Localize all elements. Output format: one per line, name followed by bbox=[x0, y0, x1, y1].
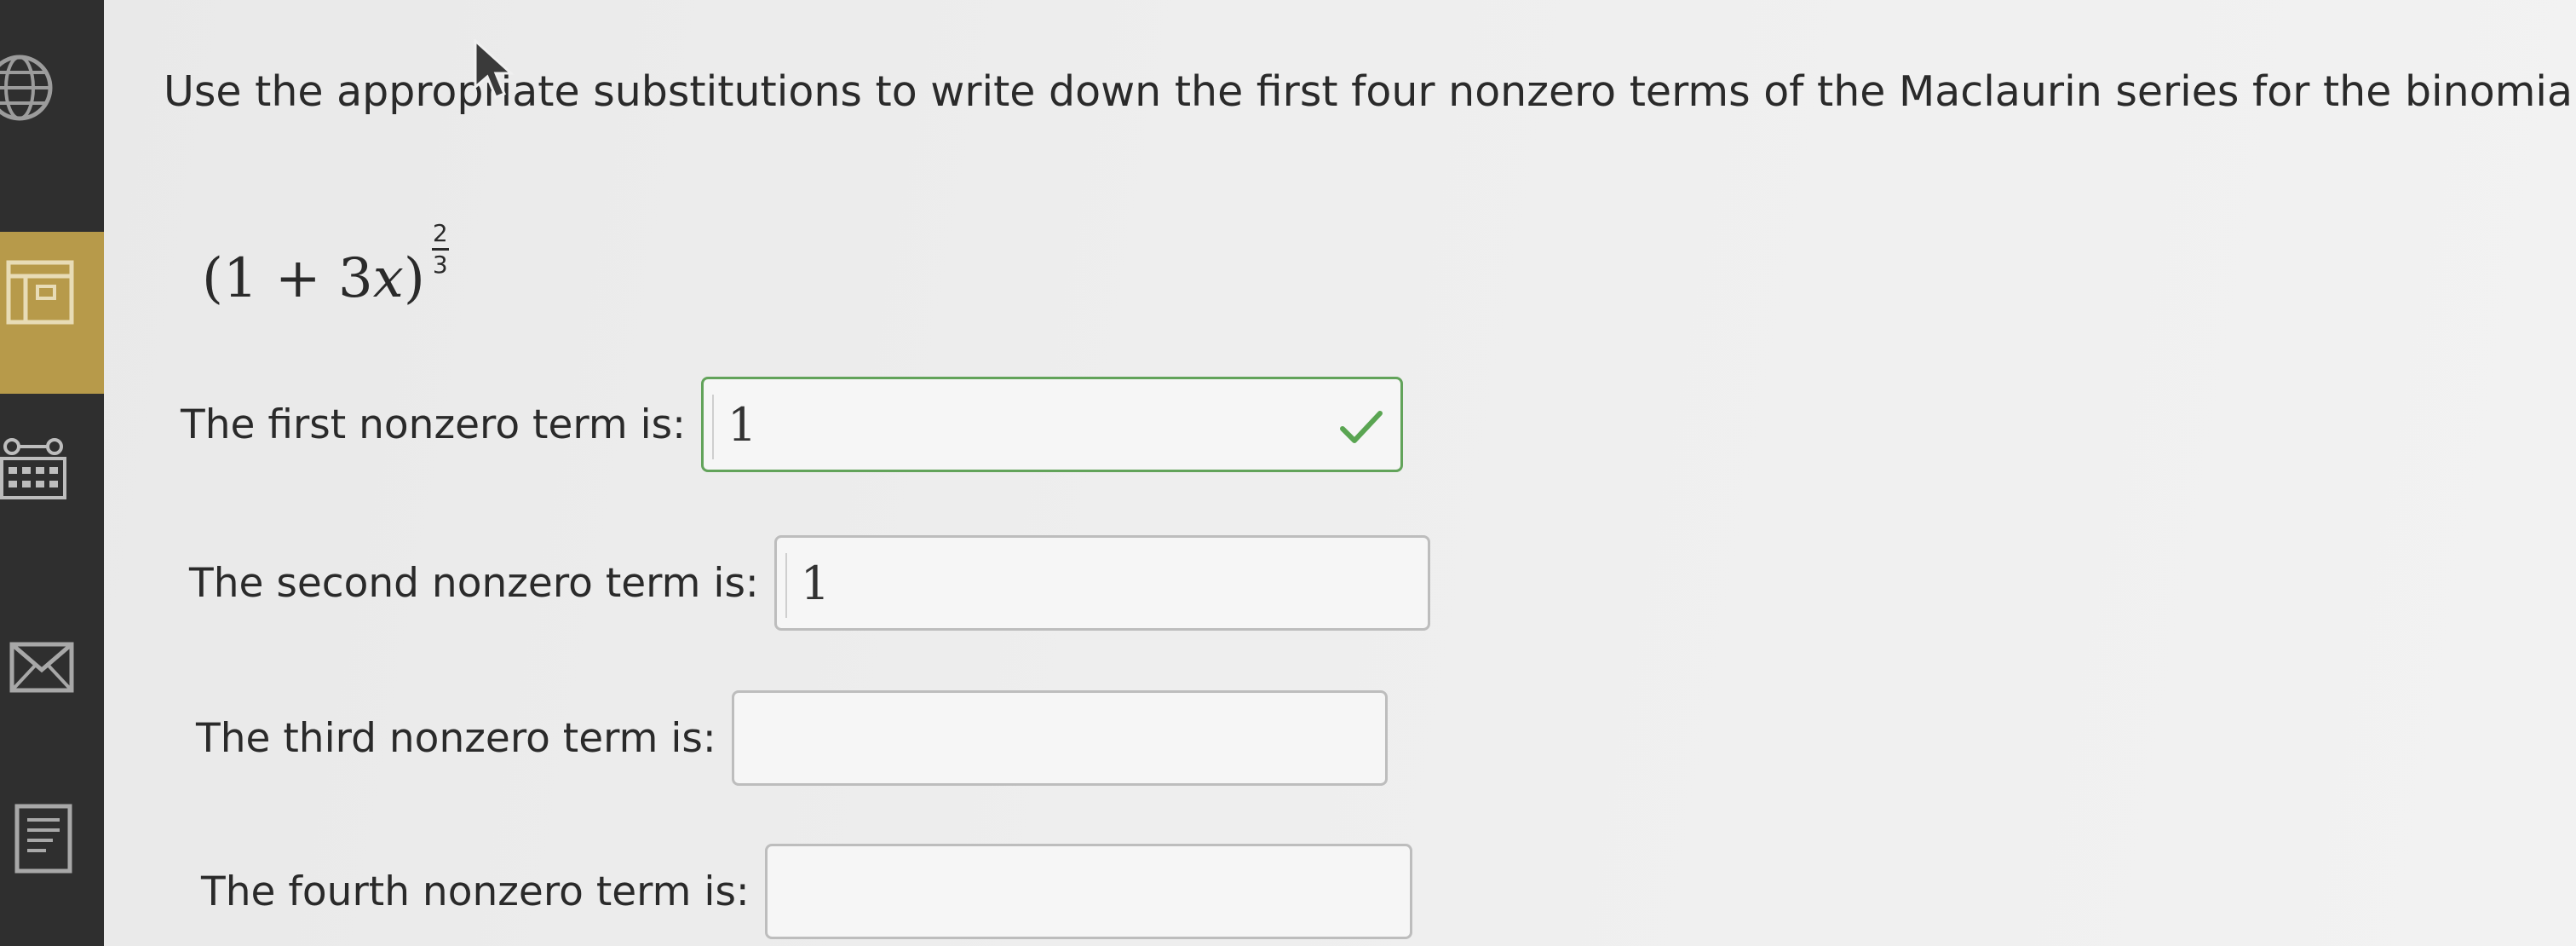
input-divider bbox=[712, 395, 714, 459]
question-text: Use the appropriate substitutions to wri… bbox=[164, 67, 2576, 116]
left-sidebar bbox=[0, 0, 104, 946]
fourth-term-input[interactable] bbox=[764, 844, 1412, 939]
term-row-second: The second nonzero term is: 1 bbox=[189, 535, 1430, 631]
first-term-value: 1 bbox=[727, 397, 757, 452]
question-panel: Use the appropriate substitutions to wri… bbox=[104, 0, 2576, 946]
formula-base: (1 + 3x) bbox=[202, 247, 425, 310]
exponent-denominator: 3 bbox=[432, 251, 448, 279]
calendar-icon[interactable] bbox=[0, 435, 70, 508]
first-term-input[interactable]: 1 bbox=[701, 377, 1403, 472]
notes-icon[interactable] bbox=[7, 801, 80, 874]
term-row-fourth: The fourth nonzero term is: bbox=[201, 844, 1412, 939]
term-label: The first nonzero term is: bbox=[181, 401, 686, 448]
term-row-first: The first nonzero term is: 1 bbox=[181, 377, 1403, 472]
input-divider bbox=[785, 553, 787, 618]
term-label: The third nonzero term is: bbox=[196, 714, 716, 762]
checkmark-icon bbox=[1340, 411, 1383, 443]
mouse-cursor-icon bbox=[474, 39, 515, 99]
term-label: The fourth nonzero term is: bbox=[201, 868, 750, 915]
second-term-value: 1 bbox=[800, 556, 831, 610]
third-term-input[interactable] bbox=[731, 690, 1388, 786]
book-icon[interactable] bbox=[3, 256, 77, 329]
term-label: The second nonzero term is: bbox=[189, 559, 759, 607]
formula-exponent: 2 3 bbox=[431, 219, 449, 279]
exponent-numerator: 2 bbox=[432, 219, 448, 247]
term-row-third: The third nonzero term is: bbox=[196, 690, 1388, 786]
binomial-formula: (1 + 3x) 2 3 bbox=[202, 222, 449, 324]
second-term-input[interactable]: 1 bbox=[773, 535, 1430, 631]
mail-icon[interactable] bbox=[5, 631, 78, 704]
globe-icon[interactable] bbox=[0, 51, 56, 124]
